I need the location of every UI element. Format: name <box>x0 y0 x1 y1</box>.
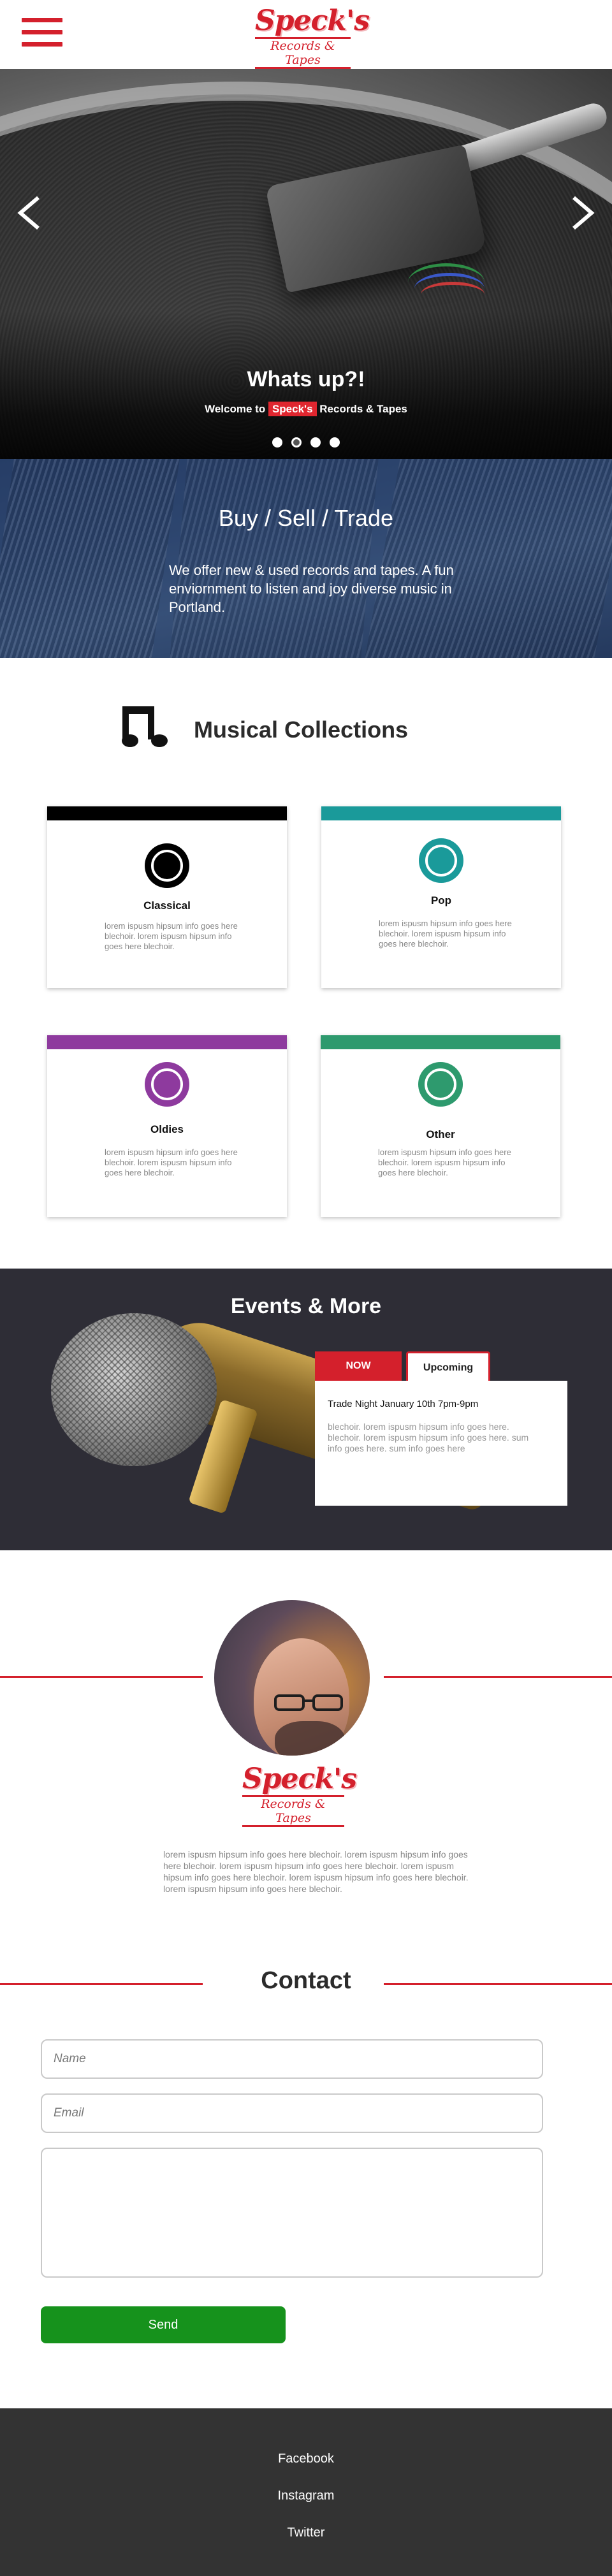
hamburger-menu-icon[interactable] <box>22 18 62 47</box>
collection-card-oldies[interactable]: Oldies lorem ispusm hipsum info goes her… <box>47 1035 287 1217</box>
record-disc-icon <box>145 1062 189 1107</box>
about-logo: Speck's Records & Tapes <box>242 1763 357 1827</box>
collection-card-other[interactable]: Other lorem ispusm hipsum info goes here… <box>321 1035 560 1217</box>
collection-card-title: Pop <box>430 894 452 906</box>
footer-link-twitter[interactable]: Twitter <box>0 2526 612 2540</box>
music-note-icon <box>121 704 172 748</box>
collection-card-classical[interactable]: Classical lorem ispusm hipsum info goes … <box>47 806 287 988</box>
events-title: Events & More <box>230 1294 382 1318</box>
logo-tagline: Records & Tapes <box>242 1795 344 1827</box>
buy-sell-trade-title: Buy / Sell / Trade <box>218 505 394 531</box>
hero-brand-highlight: Speck's <box>268 402 317 416</box>
logo-tagline: Records & Tapes <box>255 37 351 69</box>
tab-now[interactable]: NOW <box>315 1351 402 1381</box>
collection-card-text: lorem ispusm hipsum info goes here blech… <box>105 921 238 951</box>
collection-card-title: Other <box>426 1128 455 1140</box>
site-footer: Facebook Instagram Twitter <box>0 2408 612 2576</box>
name-field[interactable] <box>41 2039 543 2079</box>
site-header: Speck's Records & Tapes <box>0 0 612 69</box>
events-section: Events & More NOW Upcoming Trade Night J… <box>0 1269 612 1550</box>
carousel-dot-1[interactable] <box>272 437 282 448</box>
site-logo[interactable]: Speck's Records & Tapes <box>255 4 370 69</box>
carousel-dot-2[interactable] <box>291 437 302 448</box>
chevron-right-icon[interactable] <box>562 194 601 232</box>
about-text: lorem ispusm hipsum info goes here blech… <box>163 1849 469 1894</box>
send-button[interactable]: Send <box>41 2306 286 2343</box>
logo-wordmark: Speck's <box>242 1763 357 1795</box>
collection-card-text: lorem ispusm hipsum info goes here blech… <box>379 919 512 949</box>
event-panel: Trade Night January 10th 7pm-9pm blechoi… <box>315 1381 567 1506</box>
footer-link-facebook[interactable]: Facebook <box>0 2452 612 2466</box>
divider-line <box>0 1676 203 1678</box>
carousel-dot-3[interactable] <box>310 437 321 448</box>
record-disc-icon <box>145 843 189 888</box>
carousel-dot-4[interactable] <box>330 437 340 448</box>
event-title: Trade Night January 10th 7pm-9pm <box>328 1399 479 1409</box>
hero-carousel: Whats up?! Welcome to Speck's Records & … <box>0 69 612 459</box>
collection-card-pop[interactable]: Pop lorem ispusm hipsum info goes here b… <box>321 806 561 988</box>
buy-sell-trade-banner: Buy / Sell / Trade We offer new & used r… <box>0 459 612 658</box>
collections-title: Musical Collections <box>194 717 409 743</box>
chevron-left-icon[interactable] <box>11 194 50 232</box>
owner-avatar <box>214 1600 370 1756</box>
logo-wordmark: Speck's <box>255 4 370 37</box>
collection-card-title: Classical <box>143 899 191 912</box>
record-disc-icon <box>418 1062 463 1107</box>
hero-title: Whats up?! <box>247 367 365 391</box>
divider-line <box>384 1676 612 1678</box>
email-field[interactable] <box>41 2093 543 2133</box>
collections-heading: Musical Collections <box>121 704 504 755</box>
contact-title: Contact <box>261 1967 351 1994</box>
event-description: blechoir. lorem ispusm hipsum info goes … <box>328 1422 529 1453</box>
collection-card-text: lorem ispusm hipsum info goes here blech… <box>378 1147 511 1177</box>
buy-sell-trade-description: We offer new & used records and tapes. A… <box>169 562 454 615</box>
footer-link-instagram[interactable]: Instagram <box>0 2489 612 2503</box>
carousel-indicators <box>271 437 341 450</box>
tab-upcoming[interactable]: Upcoming <box>406 1351 490 1381</box>
collection-card-title: Oldies <box>150 1123 184 1135</box>
message-field[interactable] <box>41 2148 543 2278</box>
record-disc-icon <box>419 838 463 883</box>
hero-subtitle: Welcome to Speck's Records & Tapes <box>205 402 407 416</box>
collection-card-text: lorem ispusm hipsum info goes here blech… <box>105 1147 238 1177</box>
